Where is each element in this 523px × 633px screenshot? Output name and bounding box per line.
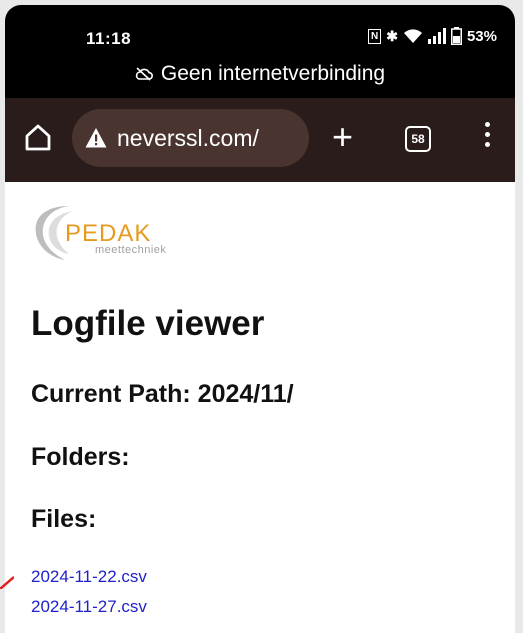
annotation-mark <box>0 576 14 589</box>
bluetooth-icon: ✱ <box>386 27 398 44</box>
status-bar: 11:18 N ✱ 53% Geen internetverbinding <box>5 5 515 98</box>
phone-screen: 11:18 N ✱ 53% Geen internetverbinding ne… <box>5 5 515 633</box>
cloud-off-icon <box>135 67 153 81</box>
battery-percent: 53% <box>466 27 497 45</box>
current-path: Current Path: 2024/11/ <box>31 380 294 408</box>
logo-tagline: meettechniek <box>95 244 167 256</box>
page-content: PEDAK meettechniek Logfile viewer Curren… <box>5 182 515 633</box>
home-icon[interactable] <box>23 122 53 152</box>
browser-toolbar: neverssl.com/ + 58 <box>5 98 515 182</box>
folders-heading: Folders: <box>31 443 130 471</box>
files-heading: Files: <box>31 505 97 533</box>
clock: 11:18 <box>86 29 132 48</box>
url-text[interactable]: neverssl.com/ <box>117 125 259 152</box>
pedak-logo: PEDAK meettechniek <box>29 202 209 272</box>
status-icons: N ✱ 53% <box>368 27 497 45</box>
page-title: Logfile viewer <box>31 304 265 343</box>
menu-icon[interactable] <box>483 122 491 147</box>
tab-switcher[interactable]: 58 <box>405 126 431 152</box>
wifi-icon <box>403 28 423 44</box>
file-link[interactable]: 2024-11-27.csv <box>31 597 147 617</box>
warning-icon[interactable] <box>85 127 107 149</box>
nfc-icon: N <box>368 28 382 44</box>
new-tab-icon[interactable]: + <box>332 116 353 158</box>
offline-text: Geen internetverbinding <box>160 62 386 85</box>
signal-icon <box>427 28 446 44</box>
address-bar[interactable]: neverssl.com/ <box>72 109 309 167</box>
battery-icon <box>450 27 462 45</box>
file-link[interactable]: 2024-11-22.csv <box>31 567 147 587</box>
offline-banner: Geen internetverbinding <box>5 62 515 86</box>
